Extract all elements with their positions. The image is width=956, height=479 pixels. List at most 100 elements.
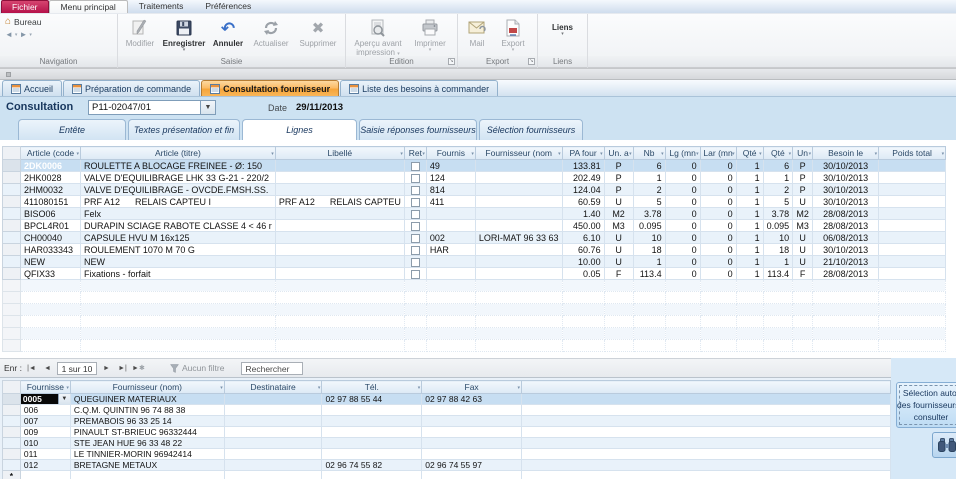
cell-article-titre[interactable]: ROULETTE A BLOCAGE FREINEE - Ø: 150 [80, 159, 276, 172]
consultation-number[interactable]: P11-02047/01 [89, 101, 200, 114]
cell-article-code[interactable]: NEW [20, 255, 81, 268]
cell-fax[interactable] [421, 404, 522, 416]
cell-ret[interactable] [404, 255, 427, 268]
cell-qt[interactable]: 1 [763, 255, 794, 268]
cell-qt[interactable]: 10 [763, 231, 794, 244]
cell-pa-four[interactable]: 60.59 [562, 195, 605, 208]
cell-qt[interactable]: 113.4 [763, 267, 794, 280]
cell-un[interactable]: U [792, 195, 814, 208]
cell-nb[interactable]: 2 [633, 183, 666, 196]
cell-pa-four[interactable]: 450.00 [562, 219, 605, 232]
ret-checkbox[interactable] [410, 161, 420, 171]
cell-article-code[interactable]: 2DK0006 [20, 159, 81, 172]
cell-fournisse[interactable]: 006 [20, 404, 71, 416]
cell-qt[interactable]: 1 [736, 255, 764, 268]
cell-article-titre[interactable]: Felx [80, 207, 276, 220]
enregistrer-button[interactable]: Enregistrer ▾ [160, 15, 208, 57]
row-selector-header[interactable] [2, 380, 21, 394]
liens-button[interactable]: Liens ▾ [541, 15, 585, 57]
cell-ret[interactable] [404, 183, 427, 196]
cell-article-titre[interactable]: NEW [80, 255, 276, 268]
cell-destinataire[interactable] [224, 393, 323, 405]
cell-destinataire[interactable] [224, 437, 323, 449]
cell-lg-mn[interactable]: 0 [665, 183, 701, 196]
cell-un-a[interactable]: F [604, 267, 634, 280]
dialog-launcher-icon[interactable]: ↘ [528, 58, 535, 65]
cell-fournis[interactable]: HAR [426, 243, 476, 256]
cell-besoin-le[interactable]: 30/10/2013 [812, 195, 880, 208]
cell-article-titre[interactable]: CAPSULE HVU M 16x125 [80, 231, 276, 244]
col-header-un-a[interactable]: Un. a ▾ [603, 146, 634, 160]
row-selector[interactable] [2, 459, 21, 471]
row-selector[interactable] [2, 159, 21, 172]
cell-besoin-le[interactable]: 30/10/2013 [812, 171, 880, 184]
cell-fournis[interactable]: 814 [426, 183, 476, 196]
cell-un-a[interactable]: P [604, 183, 634, 196]
cell-fournisseur-nom[interactable]: BRETAGNE METAUX [70, 459, 225, 471]
col-header-fournisseur-nom[interactable]: Fournisseur (nom ▾ [474, 146, 563, 160]
col-header-un[interactable]: Un ▾ [792, 146, 814, 160]
cell-lg-mn[interactable]: 0 [665, 243, 701, 256]
cell-nb[interactable]: 113.4 [633, 267, 666, 280]
cell-un-a[interactable]: U [604, 255, 634, 268]
cell-libell[interactable] [275, 219, 405, 232]
cell-t-l[interactable]: 02 97 88 55 44 [321, 393, 423, 405]
doc-tab-accueil[interactable]: Accueil [2, 80, 63, 96]
cell-lar-mn[interactable]: 0 [700, 207, 737, 220]
cell-pa-four[interactable]: 124.04 [562, 183, 605, 196]
ret-checkbox[interactable] [410, 257, 420, 267]
ribbon-tab-preferences[interactable]: Préférences [194, 0, 262, 13]
next-record-button[interactable]: ► [100, 362, 113, 375]
consultation-combo[interactable]: P11-02047/01 ▼ [88, 100, 216, 115]
cell-lar-mn[interactable]: 0 [700, 183, 737, 196]
cell-nb[interactable]: 1 [633, 255, 666, 268]
cell-article-code[interactable]: 2HK0028 [20, 171, 81, 184]
cell-fournisseur-nom[interactable] [475, 219, 563, 232]
nav-back-button[interactable]: ◄ [5, 30, 13, 39]
cell-article-titre[interactable]: Fixations - forfait [80, 267, 276, 280]
cell-fournis[interactable]: 411 [426, 195, 476, 208]
ribbon-tab-traitements[interactable]: Traitements [128, 0, 195, 13]
cell-qt[interactable]: 1 [736, 183, 764, 196]
row-selector[interactable] [2, 183, 21, 196]
cell-poids-total[interactable] [878, 207, 947, 220]
subtab-saisie-r-ponses-fournisseurs[interactable]: Saisie réponses fournisseurs [359, 119, 477, 140]
cell-un-a[interactable]: P [604, 159, 634, 172]
col-header-fournis[interactable]: Fournis ▾ [425, 146, 476, 160]
cell-ret[interactable] [404, 159, 427, 172]
cell-poids-total[interactable] [878, 243, 947, 256]
cell-qt[interactable]: 1 [736, 267, 764, 280]
cell-fournisseur-nom[interactable] [475, 255, 563, 268]
cell-un-a[interactable]: P [604, 171, 634, 184]
row-selector[interactable] [2, 207, 21, 220]
cell-fournisseur-nom[interactable]: PINAULT ST-BRIEUC 96332444 [70, 426, 225, 438]
col-header-fournisseur-nom[interactable]: Fournisseur (nom) ▾ [69, 380, 225, 394]
cell-fournisseur-nom[interactable]: LORI-MAT 96 33 63 [475, 231, 563, 244]
cell-nb[interactable]: 10 [633, 231, 666, 244]
cell-fax[interactable] [421, 426, 522, 438]
row-selector[interactable] [2, 231, 21, 244]
cell-ret[interactable] [404, 171, 427, 184]
cell-libell[interactable] [275, 255, 405, 268]
cell-fournisse[interactable]: 0005 ▼ [20, 393, 71, 405]
col-header-poids-total[interactable]: Poids total ▾ [878, 146, 947, 160]
cell-fax[interactable]: 02 97 88 42 63 [421, 393, 522, 405]
cell-fournisseur-nom[interactable]: C.Q.M. QUINTIN 96 74 88 38 [70, 404, 225, 416]
col-header-article-code[interactable]: Article (code ▾ [20, 146, 81, 160]
ret-checkbox[interactable] [410, 221, 420, 231]
bureau-button[interactable]: ⌂ Bureau [5, 17, 41, 28]
cell-besoin-le[interactable]: 28/08/2013 [812, 267, 880, 280]
cell-fournisseur-nom[interactable]: LE TINNIER-MORIN 96942414 [70, 448, 225, 460]
cell-fournis[interactable]: 002 [426, 231, 476, 244]
col-header-qt[interactable]: Qté ▾ [735, 146, 764, 160]
cell-ret[interactable] [404, 195, 427, 208]
doc-tab-liste-des-besoins-commander[interactable]: Liste des besoins à commander [340, 80, 499, 96]
cell-ret[interactable] [404, 219, 427, 232]
cell-besoin-le[interactable]: 21/10/2013 [812, 255, 880, 268]
cell-lg-mn[interactable]: 0 [665, 219, 701, 232]
col-header-nb[interactable]: Nb ▾ [632, 146, 666, 160]
apercu-avant-impression-button[interactable]: Aperçu avant impression ▾ [348, 15, 408, 57]
cell-pa-four[interactable]: 10.00 [562, 255, 605, 268]
actualiser-button[interactable]: Actualiser [248, 15, 294, 57]
col-header-ret[interactable]: Ret ▾ [403, 146, 427, 160]
